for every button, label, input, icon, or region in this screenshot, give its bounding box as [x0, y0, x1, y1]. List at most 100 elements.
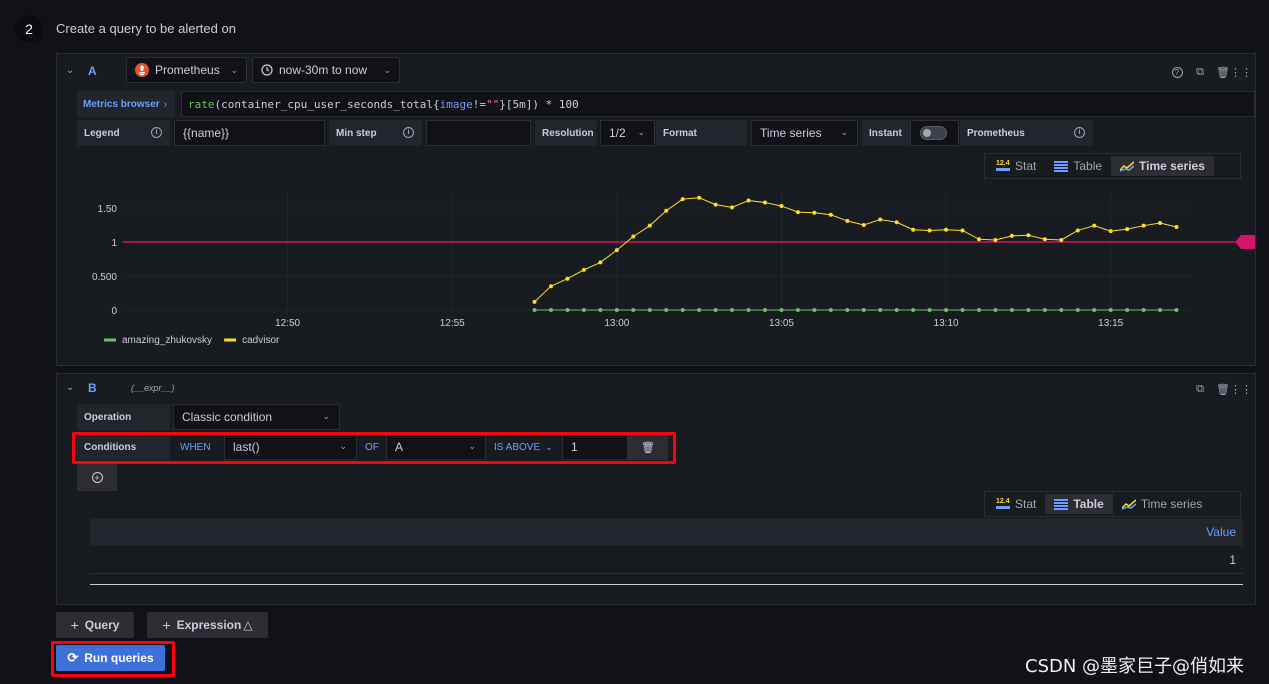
- data-point: [565, 308, 570, 312]
- data-point: [1075, 228, 1080, 233]
- collapse-b-icon[interactable]: ⌄: [66, 382, 74, 393]
- stat-icon: 12.4: [996, 160, 1010, 172]
- collapse-a-icon[interactable]: ⌄: [66, 65, 74, 76]
- data-point: [1042, 308, 1047, 312]
- threshold-handle: [1235, 235, 1255, 249]
- data-point: [730, 308, 735, 312]
- format-select[interactable]: Time series ⌄: [751, 120, 858, 146]
- viz-switch-b: 12.4 Stat Table Time series: [984, 491, 1241, 517]
- info-icon: i: [403, 127, 414, 138]
- data-point: [1059, 237, 1064, 242]
- viz-switch-a: 12.4 Stat Table Time series: [984, 153, 1241, 179]
- min-step-input[interactable]: [426, 120, 531, 146]
- data-point: [549, 284, 553, 289]
- plus-circle-icon: +: [91, 472, 103, 483]
- data-point: [680, 197, 685, 202]
- viz-timeseries-option[interactable]: Time series: [1113, 494, 1212, 514]
- metrics-browser-label: Metrics browser: [83, 98, 160, 110]
- viz-stat-option[interactable]: 12.4 Stat: [987, 494, 1045, 514]
- viz-table-option[interactable]: Table: [1045, 494, 1113, 514]
- run-queries-highlight: [51, 641, 175, 677]
- add-condition-button[interactable]: +: [77, 464, 117, 491]
- datasource-picker[interactable]: Prometheus ⌄: [126, 57, 247, 83]
- instant-toggle[interactable]: [920, 126, 947, 140]
- metrics-browser-button[interactable]: Metrics browser ›: [77, 91, 175, 117]
- data-point: [977, 237, 981, 242]
- query-type-text: Prometheus: [967, 127, 1025, 139]
- warning-icon: △: [243, 618, 253, 632]
- data-point: [1141, 308, 1146, 312]
- legend-item: cadvisor: [242, 335, 280, 346]
- query-expression-editor[interactable]: rate (container_cpu_user_seconds_total{im…: [181, 91, 1255, 117]
- duplicate-icon[interactable]: ⧉: [1193, 65, 1207, 79]
- data-point: [1174, 308, 1179, 312]
- duplicate-icon[interactable]: ⧉: [1193, 382, 1207, 396]
- data-point: [828, 212, 833, 217]
- query-a-panel: ⌄ A Prometheus ⌄ now-30m to now ⌄ ? ⧉ 🗑 …: [56, 53, 1256, 366]
- data-point: [631, 234, 636, 239]
- step-title: Create a query to be alerted on: [56, 21, 236, 36]
- data-point: [1125, 227, 1130, 232]
- viz-timeseries-option[interactable]: Time series: [1111, 156, 1214, 176]
- expr-token: (container_cpu_user_seconds_total{: [214, 97, 440, 111]
- data-point: [1009, 233, 1014, 238]
- data-point: [713, 308, 718, 312]
- min-step-label-text: Min step: [336, 127, 377, 139]
- data-point: [1108, 229, 1113, 234]
- data-point: [795, 308, 800, 312]
- table-scroll-line: [90, 584, 1243, 585]
- add-expression-button[interactable]: + Expression △: [147, 612, 268, 638]
- x-tick-label: 13:15: [1098, 318, 1123, 329]
- viz-stat-option[interactable]: 12.4 Stat: [987, 156, 1045, 176]
- data-point: [1042, 237, 1047, 242]
- legend-input[interactable]: {{name}}: [174, 120, 325, 146]
- clock-icon: [261, 64, 273, 76]
- drag-handle-icon[interactable]: ⋮⋮: [1230, 65, 1252, 79]
- data-point: [911, 227, 916, 232]
- x-tick-label: 12:50: [275, 318, 300, 329]
- time-range-picker[interactable]: now-30m to now ⌄: [252, 57, 400, 83]
- add-query-button[interactable]: + Query: [56, 612, 134, 638]
- legend-item: amazing_zhukovsky: [122, 335, 212, 346]
- trash-icon[interactable]: 🗑: [1216, 382, 1230, 396]
- data-point: [960, 228, 965, 233]
- data-point: [581, 308, 586, 312]
- data-point: [1026, 308, 1031, 312]
- data-point: [1075, 308, 1080, 312]
- expr-token: rate: [188, 97, 215, 111]
- query-b-name[interactable]: B: [88, 381, 97, 395]
- data-point: [647, 223, 652, 228]
- table-cell-value: 1: [1229, 553, 1236, 567]
- data-point: [944, 227, 949, 232]
- drag-handle-icon[interactable]: ⋮⋮: [1230, 382, 1252, 396]
- data-point: [878, 217, 883, 222]
- conditions-highlight: [72, 432, 676, 464]
- table-row: 1: [90, 546, 1243, 574]
- data-point: [845, 218, 850, 223]
- viz-timeseries-label: Time series: [1140, 497, 1203, 511]
- query-b-subtitle: (__expr__): [131, 383, 175, 393]
- resolution-select[interactable]: 1/2 ⌄: [600, 120, 655, 146]
- data-point: [1158, 220, 1163, 225]
- trash-icon[interactable]: 🗑: [1216, 65, 1230, 79]
- data-point: [795, 210, 800, 215]
- data-point: [631, 308, 636, 312]
- data-point: [680, 308, 685, 312]
- data-point: [779, 203, 784, 208]
- operation-select[interactable]: Classic condition ⌄: [173, 404, 340, 430]
- chevron-down-icon: ⌄: [383, 64, 391, 75]
- data-point: [1092, 308, 1097, 312]
- data-point: [763, 308, 767, 312]
- viz-table-option[interactable]: Table: [1045, 156, 1111, 176]
- data-point: [713, 202, 718, 207]
- result-table-header: Value: [90, 518, 1243, 546]
- viz-table-label: Table: [1073, 497, 1104, 511]
- help-icon[interactable]: ?: [1170, 65, 1184, 79]
- watermark: CSDN @墨家巨子@俏如来: [1025, 656, 1245, 677]
- data-point: [565, 276, 570, 281]
- query-a-name[interactable]: A: [88, 64, 97, 78]
- value-column-header[interactable]: Value: [1206, 525, 1236, 539]
- data-point: [598, 308, 603, 312]
- viz-table-label: Table: [1073, 159, 1103, 173]
- operation-value: Classic condition: [182, 410, 273, 424]
